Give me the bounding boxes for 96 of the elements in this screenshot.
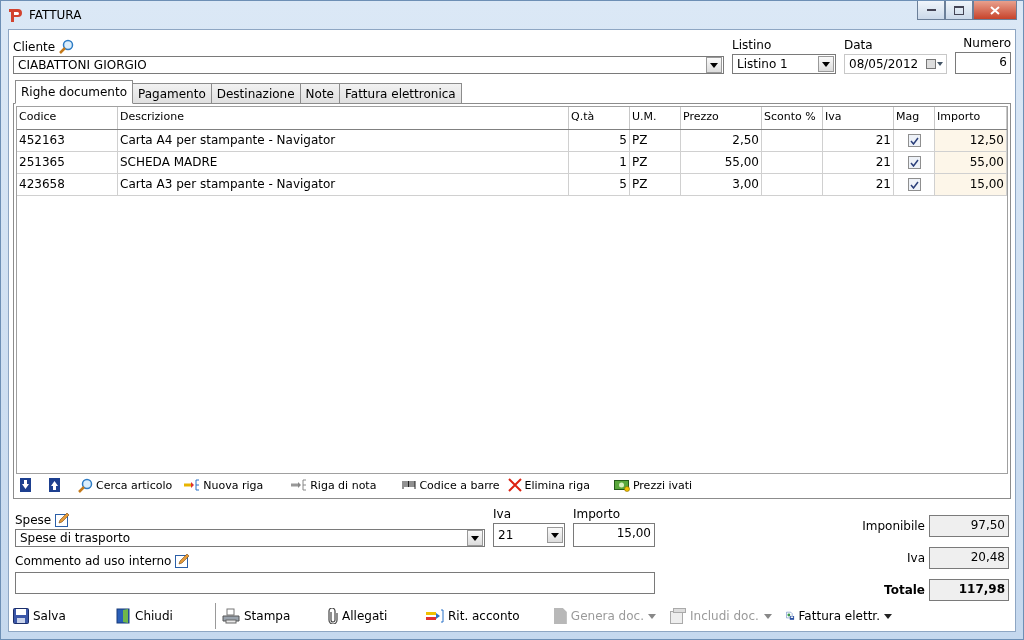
field-label: Numero bbox=[963, 36, 1011, 50]
tab[interactable]: Note bbox=[299, 83, 340, 104]
column-header[interactable]: Prezzo bbox=[681, 107, 762, 129]
checkbox[interactable] bbox=[907, 134, 921, 147]
tab[interactable]: Destinazione bbox=[210, 83, 301, 104]
field-label: Cliente bbox=[13, 39, 56, 54]
action-button[interactable]: Chiudi bbox=[115, 608, 215, 624]
table-cell: PZ bbox=[630, 152, 681, 173]
table-cell: 15,00 bbox=[935, 174, 1007, 195]
table-cell: Carta A3 per stampante - Navigator bbox=[118, 174, 569, 195]
table-cell: Carta A4 per stampante - Navigator bbox=[118, 130, 569, 151]
edit-icon bbox=[175, 553, 191, 568]
printer-icon bbox=[222, 608, 240, 624]
column-header[interactable]: Importo bbox=[935, 107, 1007, 129]
search-icon bbox=[78, 477, 93, 493]
field-label: Spese bbox=[15, 512, 52, 527]
client-dropdown[interactable]: CIABATTONI GIORGIO bbox=[13, 56, 724, 74]
comment-field[interactable] bbox=[15, 572, 655, 594]
caret-icon bbox=[764, 613, 772, 619]
minimize-button[interactable] bbox=[917, 1, 945, 20]
action-button[interactable]: Fattura elettr. bbox=[786, 607, 906, 625]
checkbox[interactable] bbox=[907, 156, 921, 169]
close-icon bbox=[990, 5, 1000, 15]
field-label: Listino bbox=[732, 38, 773, 52]
caret-icon bbox=[884, 613, 892, 619]
expenses-dropdown[interactable]: Spese di trasporto bbox=[15, 529, 485, 547]
app-logo-icon bbox=[7, 7, 23, 23]
tab[interactable]: Fattura elettronica bbox=[339, 83, 462, 104]
table-cell: PZ bbox=[630, 130, 681, 151]
action-button[interactable]: Salva bbox=[13, 608, 115, 624]
total-field: 117,98 bbox=[929, 579, 1009, 601]
close-button[interactable] bbox=[973, 1, 1017, 20]
transfer-icon bbox=[426, 609, 444, 623]
table-cell: 55,00 bbox=[935, 152, 1007, 173]
table-cell: 452163 bbox=[17, 130, 118, 151]
move-down-icon[interactable] bbox=[20, 478, 31, 492]
date-picker[interactable]: 08/05/2012 bbox=[844, 54, 947, 74]
tab[interactable]: Pagamento bbox=[132, 83, 212, 104]
caret-icon bbox=[822, 61, 830, 67]
action-button[interactable]: Stampa bbox=[222, 608, 328, 624]
field-label: Iva bbox=[493, 507, 512, 521]
insert-row-icon bbox=[184, 479, 201, 491]
total-label: Iva bbox=[907, 551, 925, 565]
column-header[interactable]: Descrizione bbox=[118, 107, 569, 129]
maximize-icon bbox=[954, 5, 964, 15]
document-icon bbox=[670, 608, 686, 624]
table-cell: 12,50 bbox=[935, 130, 1007, 151]
caret-icon bbox=[648, 613, 656, 619]
vat-dropdown[interactable]: 21 bbox=[493, 523, 565, 547]
toolbar-button[interactable]: Elimina riga bbox=[507, 478, 590, 492]
action-button[interactable]: Allegati bbox=[328, 608, 426, 624]
total-field: 97,50 bbox=[929, 515, 1009, 537]
edit-icon bbox=[55, 512, 71, 527]
checkbox[interactable] bbox=[907, 178, 921, 191]
paperclip-icon bbox=[328, 608, 338, 624]
column-header[interactable]: U.M. bbox=[630, 107, 681, 129]
toolbar-button[interactable]: Cerca articolo bbox=[78, 477, 173, 493]
delete-icon bbox=[507, 478, 522, 492]
field-label: Commento ad uso interno bbox=[15, 553, 172, 568]
toolbar-button[interactable]: Nuova riga bbox=[184, 478, 264, 492]
barcode-icon bbox=[402, 480, 417, 490]
number-field[interactable]: 6 bbox=[955, 52, 1011, 74]
action-button[interactable]: Rit. acconto bbox=[426, 609, 554, 623]
price-list-dropdown[interactable]: Listino 1 bbox=[732, 54, 836, 74]
table-cell: 251365 bbox=[17, 152, 118, 173]
calendar-icon bbox=[926, 59, 944, 69]
column-header[interactable]: Iva bbox=[823, 107, 894, 129]
insert-row-icon bbox=[291, 479, 308, 491]
toolbar-button[interactable]: Prezzi ivati bbox=[613, 478, 693, 492]
column-header[interactable]: Q.tà bbox=[569, 107, 630, 129]
toolbar-button[interactable]: Codice a barre bbox=[402, 478, 500, 492]
toolbar-button[interactable]: Riga di nota bbox=[291, 478, 377, 492]
column-header[interactable]: Codice bbox=[17, 107, 118, 129]
total-label: Totale bbox=[884, 583, 925, 597]
tab[interactable]: Righe documento bbox=[15, 80, 133, 104]
banknote-icon bbox=[613, 478, 630, 492]
column-header[interactable]: Mag bbox=[894, 107, 935, 129]
minimize-icon bbox=[926, 8, 936, 12]
search-icon bbox=[59, 39, 75, 54]
field-label: Importo bbox=[573, 507, 622, 521]
table-cell: 423658 bbox=[17, 174, 118, 195]
table-cell: PZ bbox=[630, 174, 681, 195]
amount-field[interactable]: 15,00 bbox=[573, 523, 655, 547]
door-icon bbox=[115, 608, 131, 624]
caret-icon bbox=[471, 535, 479, 541]
caret-icon bbox=[710, 62, 718, 68]
move-up-icon[interactable] bbox=[49, 478, 60, 492]
window-title: FATTURA bbox=[29, 8, 82, 22]
document-icon bbox=[554, 608, 567, 624]
total-label: Imponibile bbox=[862, 519, 925, 533]
maximize-button[interactable] bbox=[945, 1, 973, 20]
caret-icon bbox=[551, 532, 559, 538]
column-header[interactable]: Sconto % bbox=[762, 107, 823, 129]
field-label: Data bbox=[844, 38, 874, 52]
total-field: 20,48 bbox=[929, 547, 1009, 569]
table-cell: SCHEDA MADRE bbox=[118, 152, 569, 173]
